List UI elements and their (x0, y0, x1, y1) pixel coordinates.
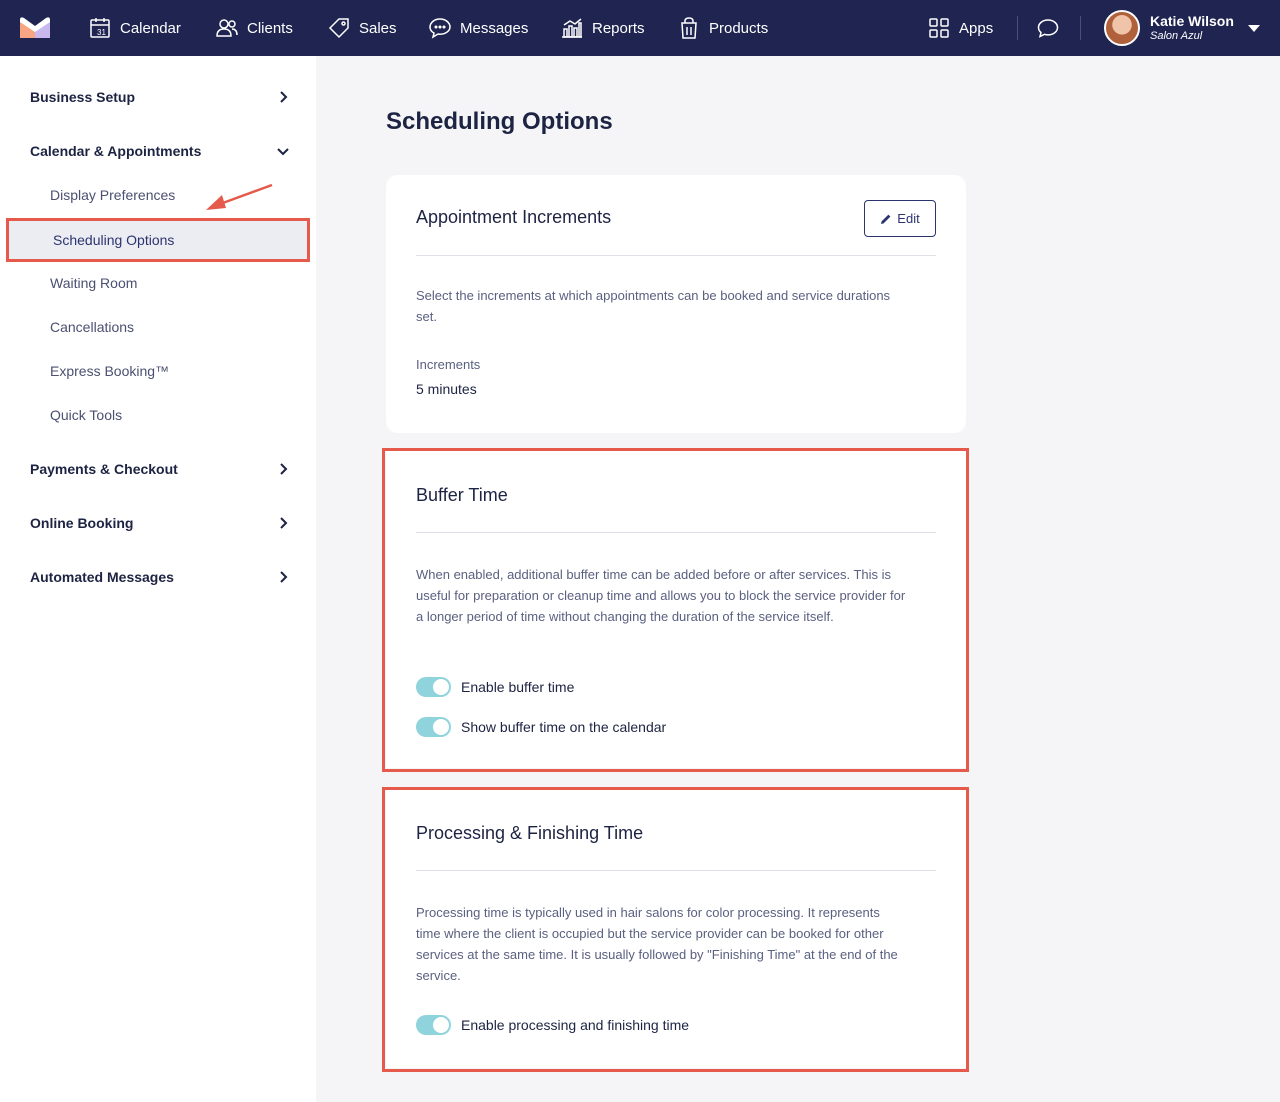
increments-value: 5 minutes (416, 381, 477, 397)
chevron-right-icon (280, 463, 288, 475)
settings-sidebar: Business Setup Calendar & Appointments D… (0, 56, 316, 1102)
nav-sales[interactable]: Sales (327, 0, 397, 56)
sidebar-item-scheduling-options[interactable]: Scheduling Options (6, 218, 310, 262)
highlight-box (382, 448, 969, 772)
chevron-right-icon (280, 91, 288, 103)
pencil-icon (881, 214, 891, 224)
svg-text:31: 31 (97, 28, 106, 37)
nav-apps-label: Apps (959, 19, 994, 37)
chevron-right-icon (280, 571, 288, 583)
sidebar-section-label: Payments & Checkout (30, 461, 178, 477)
nav-sales-label: Sales (359, 19, 397, 37)
user-business: Salon Azul (1150, 30, 1203, 42)
increments-label: Increments (416, 357, 481, 372)
user-menu[interactable]: Katie Wilson Salon Azul (1104, 10, 1260, 46)
sidebar-section-automated-messages[interactable]: Automated Messages (30, 565, 290, 589)
card-description: Select the increments at which appointme… (416, 288, 891, 324)
nav-divider (1080, 16, 1081, 40)
calendar-icon: 31 (90, 18, 110, 38)
chevron-right-icon (280, 517, 288, 529)
annotation-arrow (206, 183, 273, 210)
tag-icon (328, 18, 349, 39)
nav-calendar-label: Calendar (120, 19, 181, 37)
chat-bubble-icon (1037, 19, 1059, 38)
chat-button[interactable] (1036, 0, 1068, 56)
sidebar-item-waiting-room[interactable]: Waiting Room (50, 273, 137, 293)
messages-icon (429, 18, 451, 39)
nav-calendar[interactable]: 31 Calendar (88, 0, 181, 56)
card-title: Appointment Increments (416, 207, 612, 227)
nav-reports[interactable]: Reports (560, 0, 645, 56)
nav-clients[interactable]: Clients (215, 0, 293, 56)
sidebar-item-quick-tools[interactable]: Quick Tools (50, 405, 122, 425)
products-icon (681, 17, 697, 39)
edit-button-label: Edit (897, 211, 920, 226)
appointment-increments-card: Appointment Increments Edit Select the i… (386, 175, 966, 433)
nav-messages-label: Messages (460, 19, 529, 37)
user-name: Katie Wilson (1150, 13, 1234, 29)
sidebar-item-express-booking[interactable]: Express Booking™ (50, 361, 169, 381)
clients-icon (216, 19, 238, 37)
chevron-down-icon (1247, 24, 1260, 32)
sidebar-item-label: Scheduling Options (53, 232, 175, 248)
top-nav: 31 Calendar Clients Sales Messages Repor… (0, 0, 1280, 56)
nav-apps[interactable]: Apps (927, 0, 993, 56)
sidebar-item-display-preferences[interactable]: Display Preferences (50, 185, 175, 205)
nav-divider (1017, 16, 1018, 40)
reports-icon (562, 18, 582, 38)
highlight-box (382, 787, 969, 1072)
nav-products-label: Products (709, 19, 769, 37)
sidebar-section-label: Calendar & Appointments (30, 143, 202, 159)
sidebar-section-label: Online Booking (30, 515, 134, 531)
mangomint-logo[interactable] (20, 16, 50, 38)
divider (416, 255, 936, 256)
avatar (1104, 10, 1140, 46)
chevron-down-icon (277, 148, 289, 156)
nav-products[interactable]: Products (677, 0, 768, 56)
sidebar-section-label: Automated Messages (30, 569, 174, 585)
sidebar-item-cancellations[interactable]: Cancellations (50, 317, 134, 337)
nav-messages[interactable]: Messages (428, 0, 528, 56)
sidebar-section-online-booking[interactable]: Online Booking (30, 511, 290, 535)
sidebar-section-calendar-appointments[interactable]: Calendar & Appointments (30, 139, 290, 163)
page-title: Scheduling Options (386, 108, 613, 135)
sidebar-section-label: Business Setup (30, 89, 136, 105)
nav-clients-label: Clients (247, 19, 293, 37)
apps-grid-icon (929, 18, 949, 38)
edit-button[interactable]: Edit (864, 200, 936, 237)
sidebar-section-payments-checkout[interactable]: Payments & Checkout (30, 457, 290, 481)
nav-reports-label: Reports (592, 19, 645, 37)
sidebar-section-business-setup[interactable]: Business Setup (30, 85, 290, 109)
